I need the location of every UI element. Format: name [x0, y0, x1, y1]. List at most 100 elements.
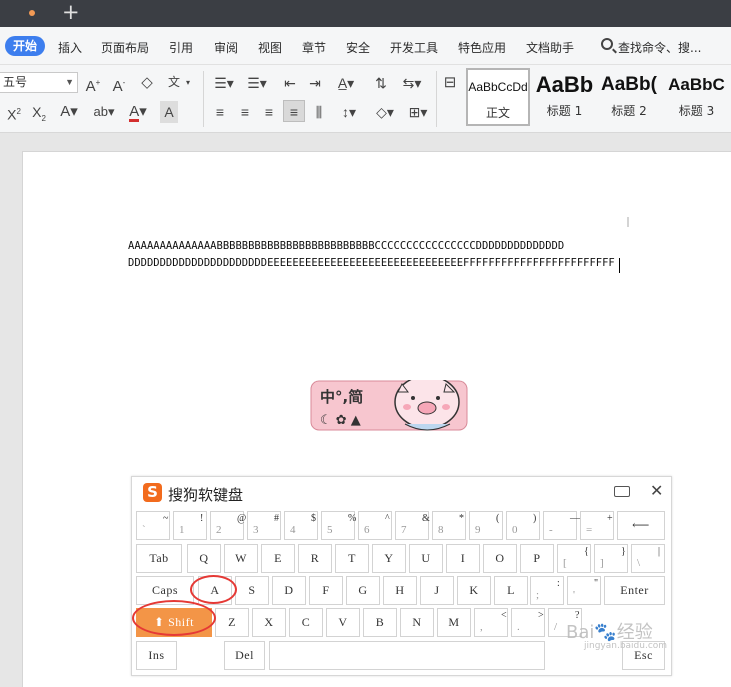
key-c[interactable]: C — [289, 608, 323, 637]
key-tab[interactable]: Tab — [136, 544, 182, 573]
ime-status-bar[interactable]: 中°,简 ☾ ✿ ▲ — [310, 380, 468, 432]
key-d[interactable]: D — [272, 576, 306, 605]
tab-view[interactable]: 视图 — [258, 39, 282, 56]
key-r[interactable]: R — [298, 544, 332, 573]
key-l[interactable]: L — [494, 576, 528, 605]
key-8[interactable]: * 8 — [432, 511, 466, 540]
key-s[interactable]: S — [235, 576, 269, 605]
close-icon[interactable]: ✕ — [650, 481, 663, 500]
numbered-list-icon[interactable]: ☰▾ — [244, 72, 270, 94]
borders-icon[interactable]: ⊞▾ — [405, 101, 431, 123]
key-p[interactable]: P — [520, 544, 554, 573]
key-b[interactable]: B — [363, 608, 397, 637]
key-x[interactable]: X — [252, 608, 286, 637]
tab-chapter[interactable]: 章节 — [302, 39, 326, 56]
key-o[interactable]: O — [483, 544, 517, 573]
bullet-list-icon[interactable]: ☰▾ — [211, 72, 237, 94]
key-symbol[interactable]: " ' — [567, 576, 601, 605]
key-ins[interactable]: Ins — [136, 641, 177, 670]
subscript-icon[interactable]: X2 — [29, 101, 49, 123]
key-f[interactable]: F — [309, 576, 343, 605]
increase-font-icon[interactable]: A+ — [84, 72, 102, 95]
key-k[interactable]: K — [457, 576, 491, 605]
document-tab-indicator[interactable] — [29, 10, 35, 16]
key-i[interactable]: I — [446, 544, 480, 573]
tab-special-apps[interactable]: 特色应用 — [458, 39, 506, 56]
decrease-indent-icon[interactable]: ⇤ — [280, 72, 300, 94]
key-symbol[interactable]: >. — [511, 608, 545, 637]
tab-home[interactable]: 开始 — [5, 36, 46, 56]
tab-review[interactable]: 审阅 — [214, 39, 238, 56]
increase-indent-icon[interactable]: ⇥ — [305, 72, 325, 94]
key-v[interactable]: V — [326, 608, 360, 637]
document-body-text[interactable]: AAAAAAAAAAAAAABBBBBBBBBBBBBBBBBBBBBBBBBC… — [128, 238, 615, 272]
key-symbol[interactable]: <, — [474, 608, 508, 637]
key-h[interactable]: H — [383, 576, 417, 605]
key-backspace[interactable]: ⟵ — [617, 511, 665, 540]
font-size-select[interactable]: 五号 ▼ — [0, 72, 78, 93]
key-u[interactable]: U — [409, 544, 443, 573]
key-symbol[interactable]: }] — [594, 544, 628, 573]
key-12[interactable]: + = — [580, 511, 614, 540]
style-normal[interactable]: AaBbCcDd 正文 — [466, 68, 530, 126]
key-enter[interactable]: Enter — [604, 576, 665, 605]
key-3[interactable]: #3 — [247, 511, 281, 540]
key-m[interactable]: M — [437, 608, 471, 637]
tab-security[interactable]: 安全 — [346, 39, 370, 56]
new-tab-button[interactable]: + — [62, 1, 80, 23]
key-9[interactable]: (9 — [469, 511, 503, 540]
paragraph-shading-icon[interactable]: ◇▾ — [372, 101, 398, 123]
align-center-icon[interactable]: ≡ — [236, 101, 254, 123]
key-11[interactable]: — - — [543, 511, 580, 540]
align-right-icon[interactable]: ≡ — [260, 101, 278, 123]
key-del[interactable]: Del — [224, 641, 265, 670]
command-search[interactable]: 查找命令、搜... — [618, 39, 701, 56]
style-heading-3[interactable]: AaBbC 标题 3 — [662, 68, 731, 126]
align-left-icon[interactable]: ≡ — [211, 101, 229, 123]
key-g[interactable]: G — [346, 576, 380, 605]
key-1[interactable]: ! 1 — [173, 511, 207, 540]
key-0[interactable]: ~ ` — [136, 511, 170, 540]
tab-developer[interactable]: 开发工具 — [390, 39, 438, 56]
style-heading-2[interactable]: AaBb( 标题 2 — [597, 68, 661, 126]
clear-format-icon[interactable]: ◇ — [137, 72, 157, 94]
key-symbol[interactable]: | \ — [631, 544, 665, 573]
decrease-font-icon[interactable]: A- — [110, 72, 128, 95]
key-symbol[interactable]: {[ — [557, 544, 591, 573]
key-z[interactable]: Z — [215, 608, 249, 637]
key-e[interactable]: E — [261, 544, 295, 573]
key-5[interactable]: % 5 — [321, 511, 356, 540]
font-color-icon[interactable]: A▾ — [127, 101, 149, 123]
superscript-icon[interactable]: X2 — [4, 101, 24, 123]
key-10[interactable]: ) 0 — [506, 511, 540, 540]
key-t[interactable]: T — [335, 544, 369, 573]
key-space[interactable] — [269, 641, 545, 670]
key-n[interactable]: N — [400, 608, 434, 637]
tab-doc-assistant[interactable]: 文档助手 — [526, 39, 574, 56]
key-w[interactable]: W — [224, 544, 258, 573]
key-j[interactable]: J — [420, 576, 454, 605]
key-symbol[interactable]: :; — [530, 576, 564, 605]
phonetic-guide-icon[interactable]: 文 — [165, 71, 183, 93]
chevron-down-icon[interactable]: ▾ — [183, 72, 193, 94]
justify-icon[interactable]: ≡ — [283, 100, 305, 122]
tab-insert[interactable]: 插入 — [58, 39, 82, 56]
text-effect-icon[interactable]: A▾ — [58, 101, 80, 123]
key-2[interactable]: @2 — [210, 511, 246, 540]
distribute-icon[interactable]: ⫼ — [310, 101, 328, 123]
key-7[interactable]: & 7 — [395, 511, 430, 540]
show-hide-marks-icon[interactable]: ⇆▾ — [399, 72, 425, 94]
style-heading-1[interactable]: AaBb 标题 1 — [533, 68, 596, 126]
key-4[interactable]: $4 — [284, 511, 318, 540]
search-icon[interactable] — [601, 38, 613, 50]
key-y[interactable]: Y — [372, 544, 406, 573]
key-6[interactable]: ^ 6 — [358, 511, 392, 540]
chinese-layout-icon[interactable]: A̲▾ — [333, 72, 359, 94]
sort-icon[interactable]: ⇅ — [371, 72, 391, 94]
highlight-color-icon[interactable]: ab▾ — [91, 101, 117, 123]
character-shading-icon[interactable]: A — [160, 101, 178, 123]
line-spacing-icon[interactable]: ↕▾ — [336, 101, 362, 123]
new-style-icon[interactable]: ⊟ — [441, 72, 459, 94]
tab-references[interactable]: 引用 — [169, 39, 193, 56]
tab-page-layout[interactable]: 页面布局 — [101, 39, 149, 56]
